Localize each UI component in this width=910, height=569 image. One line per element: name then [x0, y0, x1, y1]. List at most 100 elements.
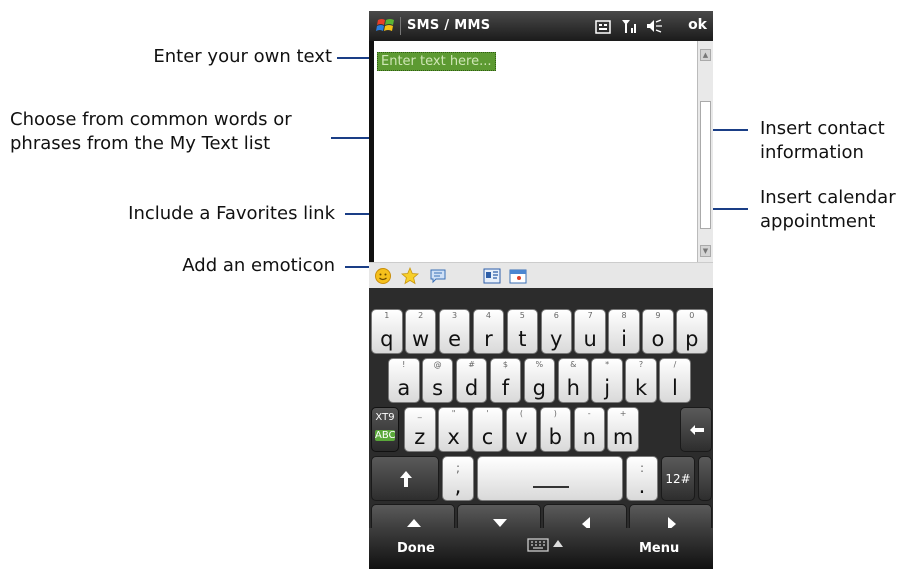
- key-l[interactable]: / l: [659, 358, 691, 403]
- numbers-symbols-label: 12#: [665, 472, 691, 486]
- key-h[interactable]: & h: [557, 358, 589, 403]
- key-o[interactable]: 9o: [642, 309, 674, 354]
- period-label: .: [638, 474, 646, 498]
- key-r[interactable]: 4r: [472, 309, 505, 354]
- insert-toolbar: [369, 262, 713, 288]
- key-n[interactable]: -n: [573, 407, 605, 452]
- key-sub-label: 9: [655, 311, 661, 320]
- scroll-down-button[interactable]: ▼: [700, 245, 711, 257]
- abc-label: ABC: [375, 430, 396, 441]
- signal-icon[interactable]: [621, 18, 639, 34]
- scrollbar-thumb[interactable]: [700, 101, 711, 229]
- key-main-label: y: [550, 327, 563, 351]
- key-main-label: w: [412, 327, 430, 351]
- key-sub-label: %: [535, 360, 544, 369]
- key-y[interactable]: 6y: [540, 309, 572, 354]
- key-main-label: a: [397, 376, 411, 400]
- leader-own-text: [337, 57, 373, 59]
- enter-key[interactable]: [698, 456, 712, 501]
- callout-enter-own-text: Enter your own text: [153, 46, 332, 67]
- leader-emoticon: [345, 266, 371, 268]
- key-u[interactable]: 7u: [574, 309, 606, 354]
- key-main-label: d: [464, 376, 479, 400]
- key-sub-label: /: [673, 360, 677, 369]
- key-main-label: s: [432, 376, 444, 400]
- key-s[interactable]: @ s: [421, 358, 454, 403]
- input-panel-toggle[interactable]: [511, 534, 581, 556]
- key-main-label: l: [672, 376, 678, 400]
- key-sub-label: +: [619, 409, 627, 418]
- key-sub-label: 6: [553, 311, 559, 320]
- key-sub-label: 8: [621, 311, 627, 320]
- key-main-label: z: [414, 425, 426, 449]
- key-m[interactable]: + m: [607, 407, 639, 452]
- shift-key[interactable]: [371, 456, 439, 501]
- key-main-label: j: [604, 376, 611, 400]
- key-main-label: g: [532, 376, 547, 400]
- comma-key[interactable]: ; ,: [442, 456, 474, 501]
- arrow-up-icon: [407, 519, 421, 527]
- key-f[interactable]: $ f: [489, 358, 522, 403]
- key-j[interactable]: * j: [591, 358, 623, 403]
- key-main-label: v: [515, 425, 528, 449]
- ok-button[interactable]: ok: [688, 17, 707, 33]
- callout-my-text-line2: phrases from the My Text list: [10, 133, 271, 154]
- key-p[interactable]: 0p: [676, 309, 708, 354]
- contact-card-icon[interactable]: [483, 267, 501, 285]
- input-mode-icon[interactable]: [595, 19, 611, 35]
- keyboard-icon: [527, 538, 549, 552]
- period-key[interactable]: : .: [626, 456, 658, 501]
- key-sub-label: $: [502, 360, 508, 369]
- key-g[interactable]: % g: [523, 358, 556, 403]
- shift-arrow-icon: [400, 471, 412, 487]
- callout-favorites: Include a Favorites link: [128, 203, 335, 224]
- key-t[interactable]: 5t: [506, 309, 539, 354]
- key-z[interactable]: _ z: [404, 407, 436, 452]
- key-a[interactable]: ! a: [388, 358, 420, 403]
- key-main-label: b: [548, 425, 563, 449]
- key-main-label: e: [448, 327, 461, 351]
- space-key[interactable]: [477, 456, 623, 501]
- key-main-label: i: [621, 327, 627, 351]
- volume-icon[interactable]: [645, 18, 663, 34]
- menu-softkey[interactable]: Menu: [639, 541, 679, 556]
- key-sub-label: @: [433, 360, 442, 369]
- title-separator: [400, 17, 401, 35]
- key-b[interactable]: ) b: [539, 407, 572, 452]
- key-sub-label: _: [417, 409, 422, 418]
- key-x[interactable]: " x: [437, 407, 470, 452]
- backspace-key[interactable]: [680, 407, 712, 452]
- key-main-label: r: [484, 327, 493, 351]
- key-q[interactable]: 1q: [371, 309, 403, 354]
- message-textarea[interactable]: Enter text here...: [374, 41, 697, 262]
- xt9-abc-key[interactable]: XT9 ABC: [371, 407, 399, 452]
- favorites-star-icon[interactable]: [401, 267, 419, 285]
- vertical-scrollbar[interactable]: ▲ ▼: [697, 41, 713, 262]
- emoticon-icon[interactable]: [374, 267, 392, 285]
- key-main-label: p: [685, 327, 699, 351]
- start-menu-icon[interactable]: [376, 16, 396, 36]
- key-sub-label: ': [486, 409, 489, 418]
- app-title: SMS / MMS: [407, 18, 491, 33]
- callout-contact-line1: Insert contact: [760, 118, 885, 139]
- scroll-up-button[interactable]: ▲: [700, 49, 711, 61]
- message-placeholder: Enter text here...: [377, 52, 496, 71]
- numbers-symbols-key[interactable]: 12#: [661, 456, 695, 501]
- key-w[interactable]: 2w: [404, 309, 437, 354]
- key-i[interactable]: 8i: [608, 309, 640, 354]
- key-d[interactable]: # d: [455, 358, 488, 403]
- key-k[interactable]: ? k: [625, 358, 657, 403]
- key-v[interactable]: (v: [505, 407, 538, 452]
- key-main-label: t: [518, 327, 527, 351]
- key-e[interactable]: 3e: [438, 309, 471, 354]
- on-screen-keyboard: 1q2w3e4r5t6y7u8i9o0p ! a @ s # d $ f% g & h * j? k / l …: [369, 288, 713, 542]
- my-text-icon[interactable]: [429, 267, 447, 285]
- key-sub-label: ?: [638, 360, 644, 369]
- colon-sub-label: :: [639, 461, 645, 475]
- key-main-label: c: [481, 425, 494, 449]
- key-sub-label: 5: [519, 311, 525, 320]
- done-softkey[interactable]: Done: [397, 541, 435, 556]
- calendar-icon[interactable]: [509, 267, 527, 285]
- key-c[interactable]: ' c: [471, 407, 504, 452]
- key-main-label: n: [582, 425, 596, 449]
